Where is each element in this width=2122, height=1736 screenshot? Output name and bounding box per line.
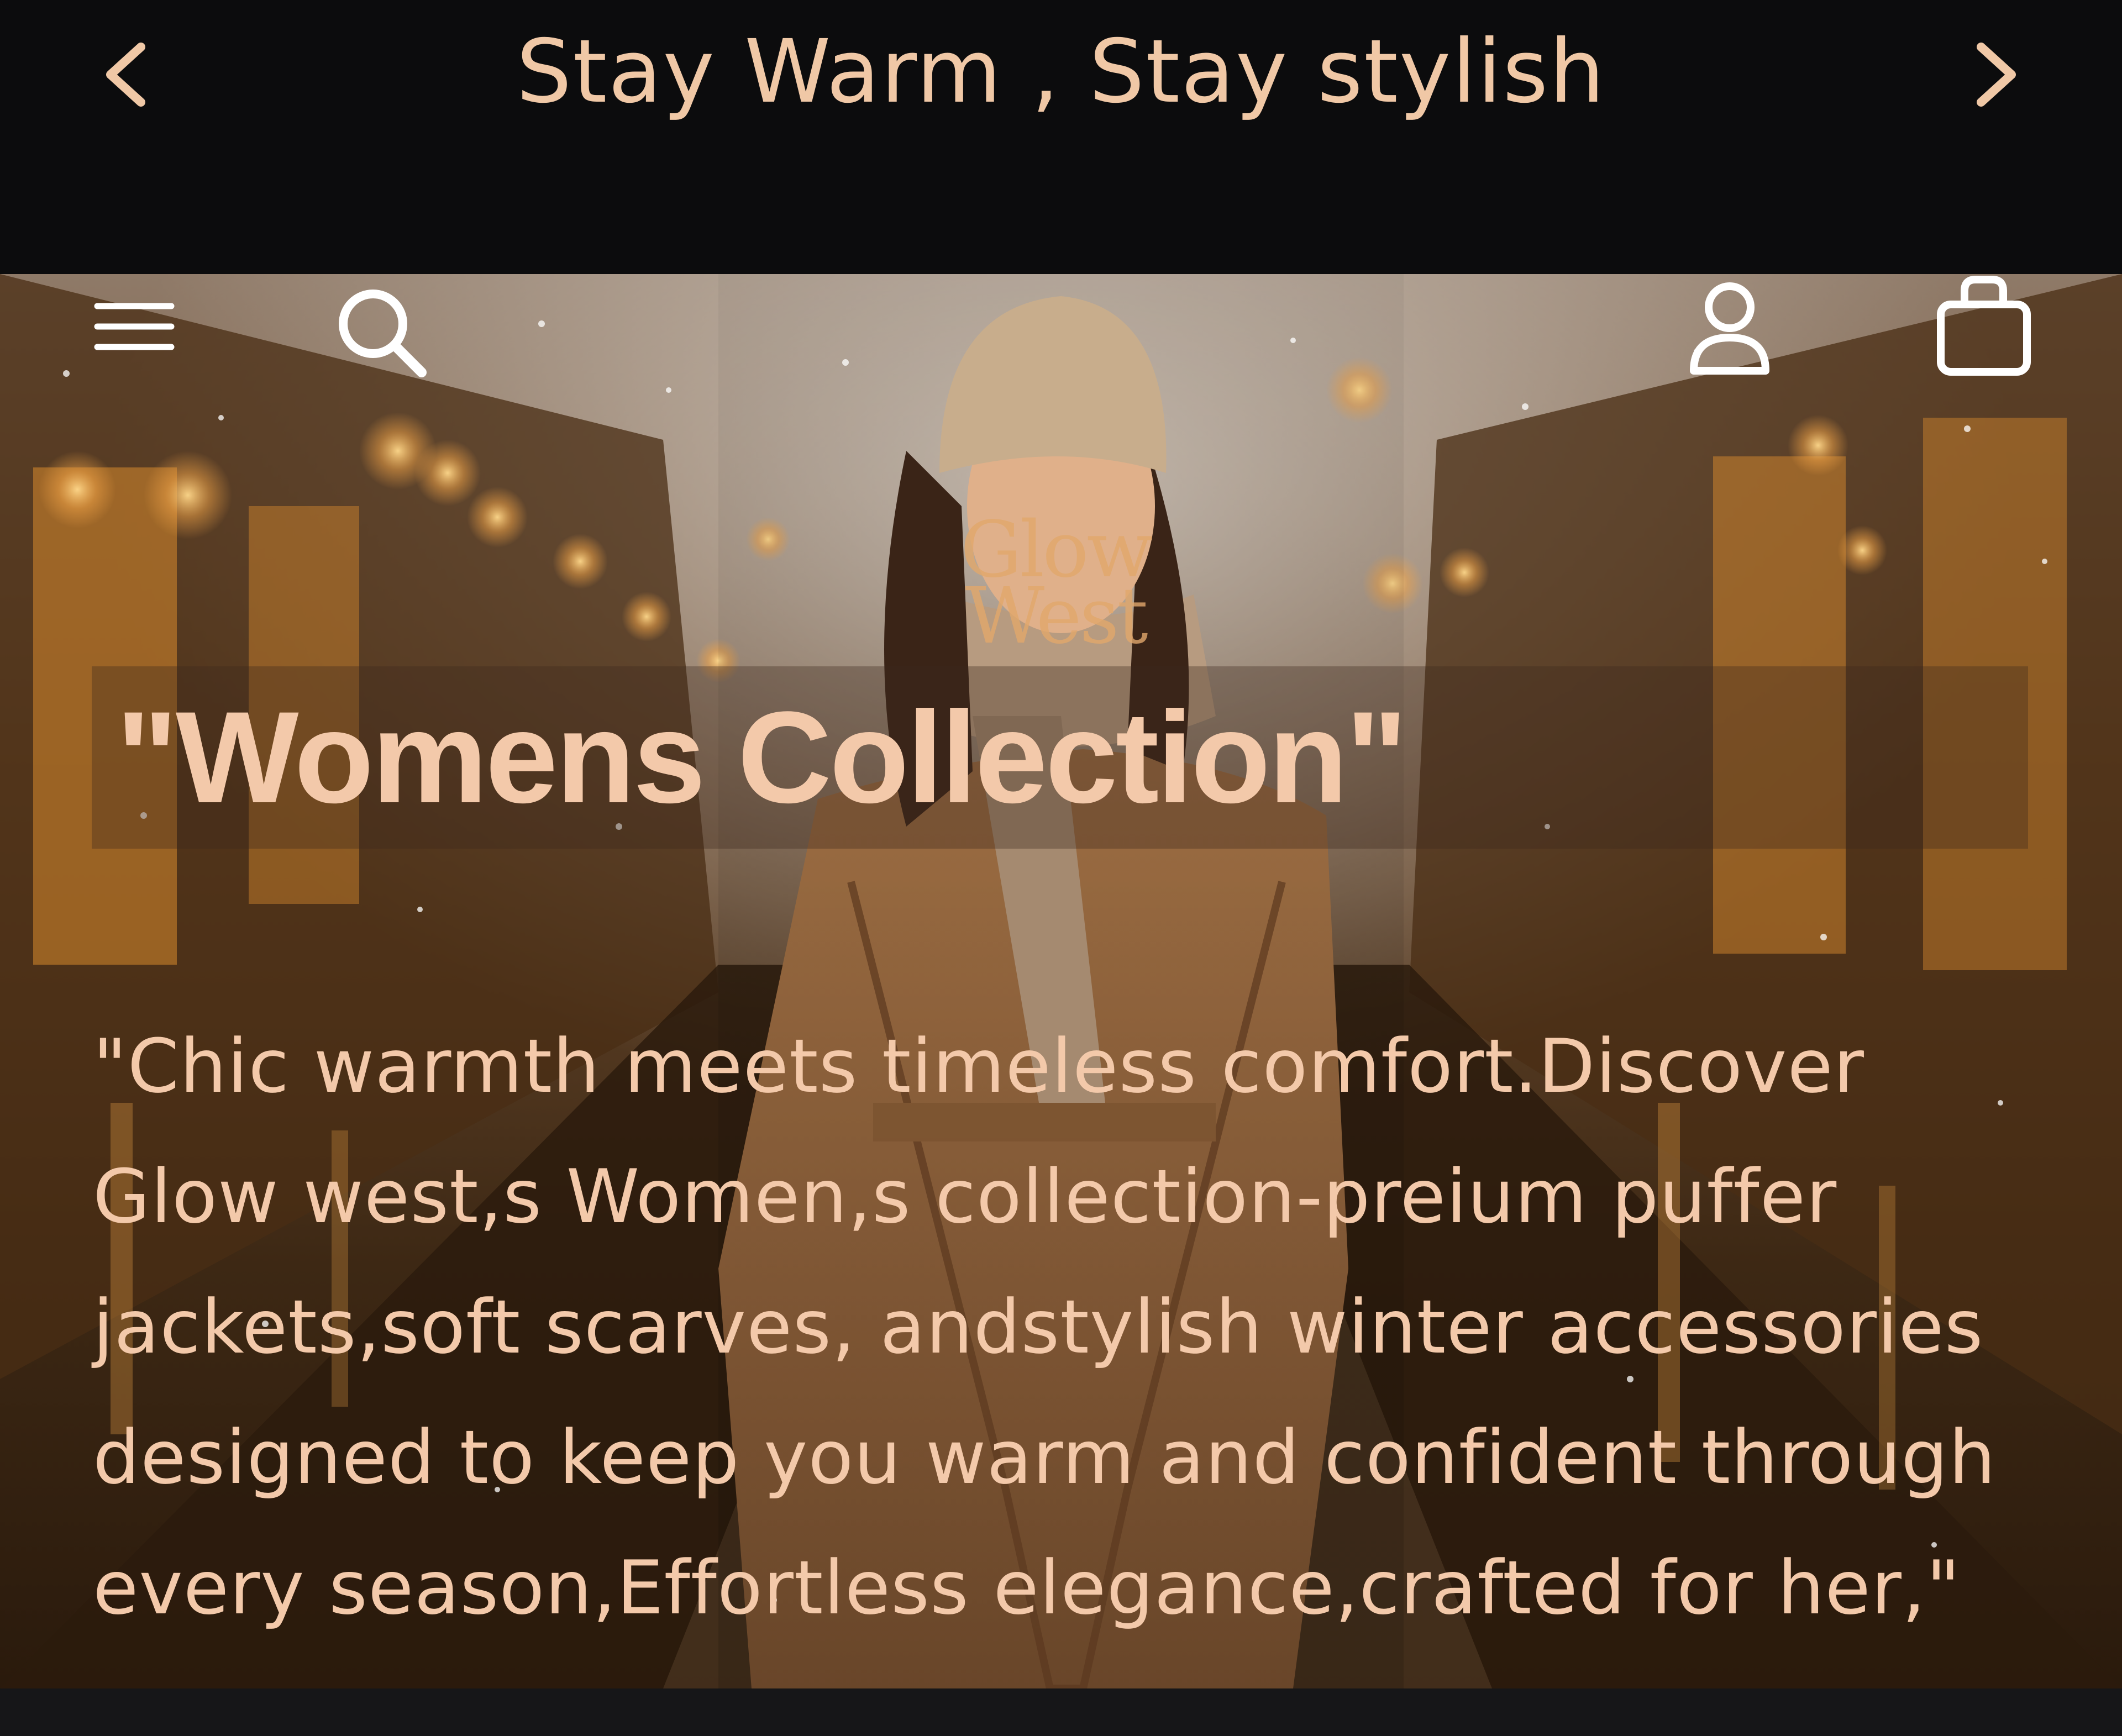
hero-description: "Chic warmth meets timeless comfort.Disc… (93, 1023, 1997, 1631)
hero-title: "Womens Collection" (116, 685, 1407, 830)
announcement-text: Stay Warm , Stay stylish (516, 21, 1606, 123)
shopping-bag-icon[interactable] (1934, 274, 2034, 379)
brand-logo[interactable]: Glow West (939, 512, 1172, 655)
announcement-bar: Stay Warm , Stay stylish (0, 0, 2122, 274)
bottom-strip (0, 1688, 2122, 1736)
search-icon[interactable] (334, 285, 428, 379)
hero-banner: Glow West "Womens Collection" "Chic warm… (0, 274, 2122, 1688)
user-icon[interactable] (1688, 280, 1771, 376)
menu-icon[interactable] (93, 296, 176, 357)
chevron-right-icon[interactable] (1967, 39, 2028, 111)
